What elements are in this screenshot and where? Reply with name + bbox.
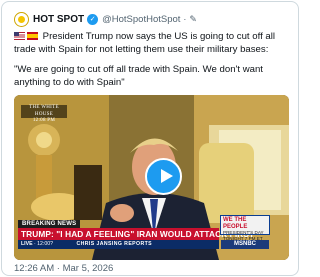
handle[interactable]: @HotSpotHotSpot bbox=[102, 14, 180, 25]
live-label: LIVE bbox=[21, 241, 33, 247]
news-headline: TRUMP: "I HAD A FEELING" IRAN WOULD ATTA… bbox=[18, 228, 254, 240]
post-paragraph-1: President Trump now says the US is going… bbox=[14, 31, 292, 56]
post-paragraph-2: "We are going to cut off all trade with … bbox=[14, 64, 263, 88]
network-logo: MSNBC bbox=[221, 240, 269, 249]
post-header: HOT SPOT ✓ @HotSpotHotSpot · ✎ bbox=[14, 11, 197, 27]
avatar[interactable] bbox=[14, 11, 29, 27]
location-tag: THE WHITE HOUSE 12:08 PM bbox=[21, 105, 67, 123]
location-tag-line1: THE WHITE HOUSE bbox=[29, 105, 59, 117]
video-player[interactable]: THE WHITE HOUSE 12:08 PM BREAKING NEWS T… bbox=[14, 95, 289, 260]
post-timestamp[interactable]: 12:26 AM · Mar 5, 2026 bbox=[14, 263, 113, 274]
reporter-label: CHRIS JANSING REPORTS bbox=[76, 241, 153, 247]
play-icon[interactable] bbox=[145, 158, 182, 195]
promo-sub: PRESIDENT'S DAY bbox=[223, 230, 264, 235]
breaking-news-label: BREAKING NEWS bbox=[18, 220, 81, 228]
location-tag-line2: 12:08 PM bbox=[32, 118, 56, 123]
post-text: President Trump now says the US is going… bbox=[14, 31, 292, 97]
embedded-post-card[interactable]: HOT SPOT ✓ @HotSpotHotSpot · ✎ President… bbox=[1, 1, 299, 276]
post-text-1: President Trump now says the US is going… bbox=[14, 31, 275, 55]
us-flag-icon bbox=[14, 32, 25, 40]
promo-box: WE THE PEOPLE PRESIDENT'S DAY TONIGHT 7 … bbox=[220, 215, 270, 241]
live-bar: LIVE · 12:00? CHRIS JANSING REPORTS bbox=[18, 240, 219, 249]
separator: · bbox=[183, 14, 187, 24]
spain-flag-icon bbox=[27, 32, 38, 40]
pencil-icon: ✎ bbox=[189, 13, 197, 24]
verified-check-icon: ✓ bbox=[87, 13, 99, 25]
display-name[interactable]: HOT SPOT bbox=[33, 14, 84, 25]
promo-title: WE THE PEOPLE bbox=[223, 217, 248, 230]
live-time: · 12:00? bbox=[33, 241, 54, 247]
